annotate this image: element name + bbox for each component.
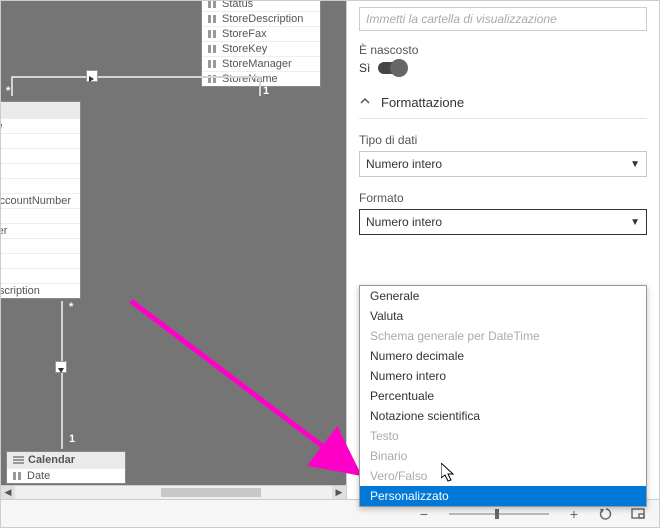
column-icon (208, 15, 218, 23)
zoom-slider[interactable] (449, 513, 549, 515)
table-row: Date (7, 468, 125, 483)
column-icon (208, 45, 218, 53)
canvas-hscrollbar[interactable]: ◀ ▶ (1, 485, 346, 499)
format-label: Formato (359, 191, 647, 205)
datatype-label: Tipo di dati (359, 133, 647, 147)
table-row: Status (202, 1, 320, 11)
column-icon (13, 472, 23, 480)
format-option[interactable]: Generale (360, 286, 646, 306)
caret-down-icon: ▼ (630, 159, 640, 170)
table-store[interactable]: Status StoreDescription StoreFax StoreKe… (201, 1, 321, 87)
zoom-in-button[interactable]: + (567, 506, 581, 522)
table-row: ption (1, 163, 80, 178)
relationship-cardinality: 1 (69, 433, 75, 445)
cursor-icon (441, 463, 457, 483)
column-icon (208, 1, 218, 8)
table-row: ntry (1, 178, 80, 193)
table-icon (13, 456, 24, 465)
section-title: Formattazione (381, 95, 464, 110)
format-select[interactable]: Numero intero ▼ (359, 209, 647, 235)
relationship-line (11, 76, 13, 96)
hidden-toggle[interactable] (378, 62, 406, 74)
relationship-cardinality: * (6, 85, 10, 97)
format-option[interactable]: Binario (360, 446, 646, 466)
hidden-value: Sì (359, 61, 370, 75)
scroll-thumb[interactable] (161, 488, 261, 497)
table-row: or (1, 148, 80, 163)
table-row: tomerAccountNumber (1, 193, 80, 208)
caret-down-icon: ▼ (630, 217, 640, 228)
table-row: StoreDescription (202, 11, 320, 26)
formatting-section-header[interactable]: Formattazione (359, 95, 647, 119)
table-product-partial[interactable]: d Name egory or ption ntry tomerAccountN… (1, 101, 81, 299)
format-option[interactable]: Vero/Falso (360, 466, 646, 486)
hidden-label: È nascosto (359, 43, 647, 57)
format-option[interactable]: Schema generale per DateTime (360, 326, 646, 346)
model-canvas[interactable]: Status StoreDescription StoreFax StoreKe… (1, 1, 346, 499)
column-icon (208, 60, 218, 68)
relationship-cardinality: 1 (263, 85, 269, 97)
fit-screen-button[interactable] (631, 507, 645, 521)
format-dropdown[interactable]: Generale Valuta Schema generale per Date… (359, 285, 647, 507)
table-row: ductDescription (1, 283, 80, 298)
display-folder-input[interactable] (359, 7, 647, 31)
relationship-cardinality: * (69, 301, 73, 313)
format-option[interactable]: Testo (360, 426, 646, 446)
datatype-value: Numero intero (366, 157, 442, 171)
zoom-out-button[interactable]: − (417, 506, 431, 522)
format-option[interactable]: Personalizzato (360, 486, 646, 506)
format-option[interactable]: Percentuale (360, 386, 646, 406)
relationship-line (259, 76, 261, 96)
table-row: dID (1, 268, 80, 283)
scroll-left-icon[interactable]: ◀ (1, 486, 15, 499)
table-row: StoreName (202, 71, 320, 86)
table-row: d Name (1, 118, 80, 133)
relationship-line (61, 301, 63, 449)
relationship-arrow-icon (55, 361, 67, 373)
table-row: StoreKey (202, 41, 320, 56)
format-option[interactable]: Notazione scientifica (360, 406, 646, 426)
format-option[interactable]: Numero decimale (360, 346, 646, 366)
relationship-arrow-icon (86, 70, 98, 82)
table-header: Calendar (7, 452, 125, 468)
format-option[interactable]: Numero intero (360, 366, 646, 386)
column-icon (208, 30, 218, 38)
format-value: Numero intero (366, 215, 442, 229)
table-row: StoreFax (202, 26, 320, 41)
table-row: StoreManager (202, 56, 320, 71)
table-row: egory (1, 133, 80, 148)
chevron-up-icon (359, 95, 371, 110)
table-header (1, 102, 80, 118)
properties-panel: È nascosto Sì Formattazione Tipo di dati… (346, 1, 659, 499)
datatype-select[interactable]: Numero intero ▼ (359, 151, 647, 177)
table-calendar[interactable]: Calendar Date (6, 451, 126, 484)
table-row: ufacturer (1, 223, 80, 238)
relationship-line (11, 76, 259, 78)
format-option[interactable]: Valuta (360, 306, 646, 326)
scroll-right-icon[interactable]: ▶ (332, 486, 346, 499)
table-row: t (1, 253, 80, 268)
reset-zoom-button[interactable] (599, 507, 613, 521)
table-row: eight (1, 208, 80, 223)
zoom-thumb[interactable] (495, 509, 499, 519)
table-row: erDate (1, 238, 80, 253)
